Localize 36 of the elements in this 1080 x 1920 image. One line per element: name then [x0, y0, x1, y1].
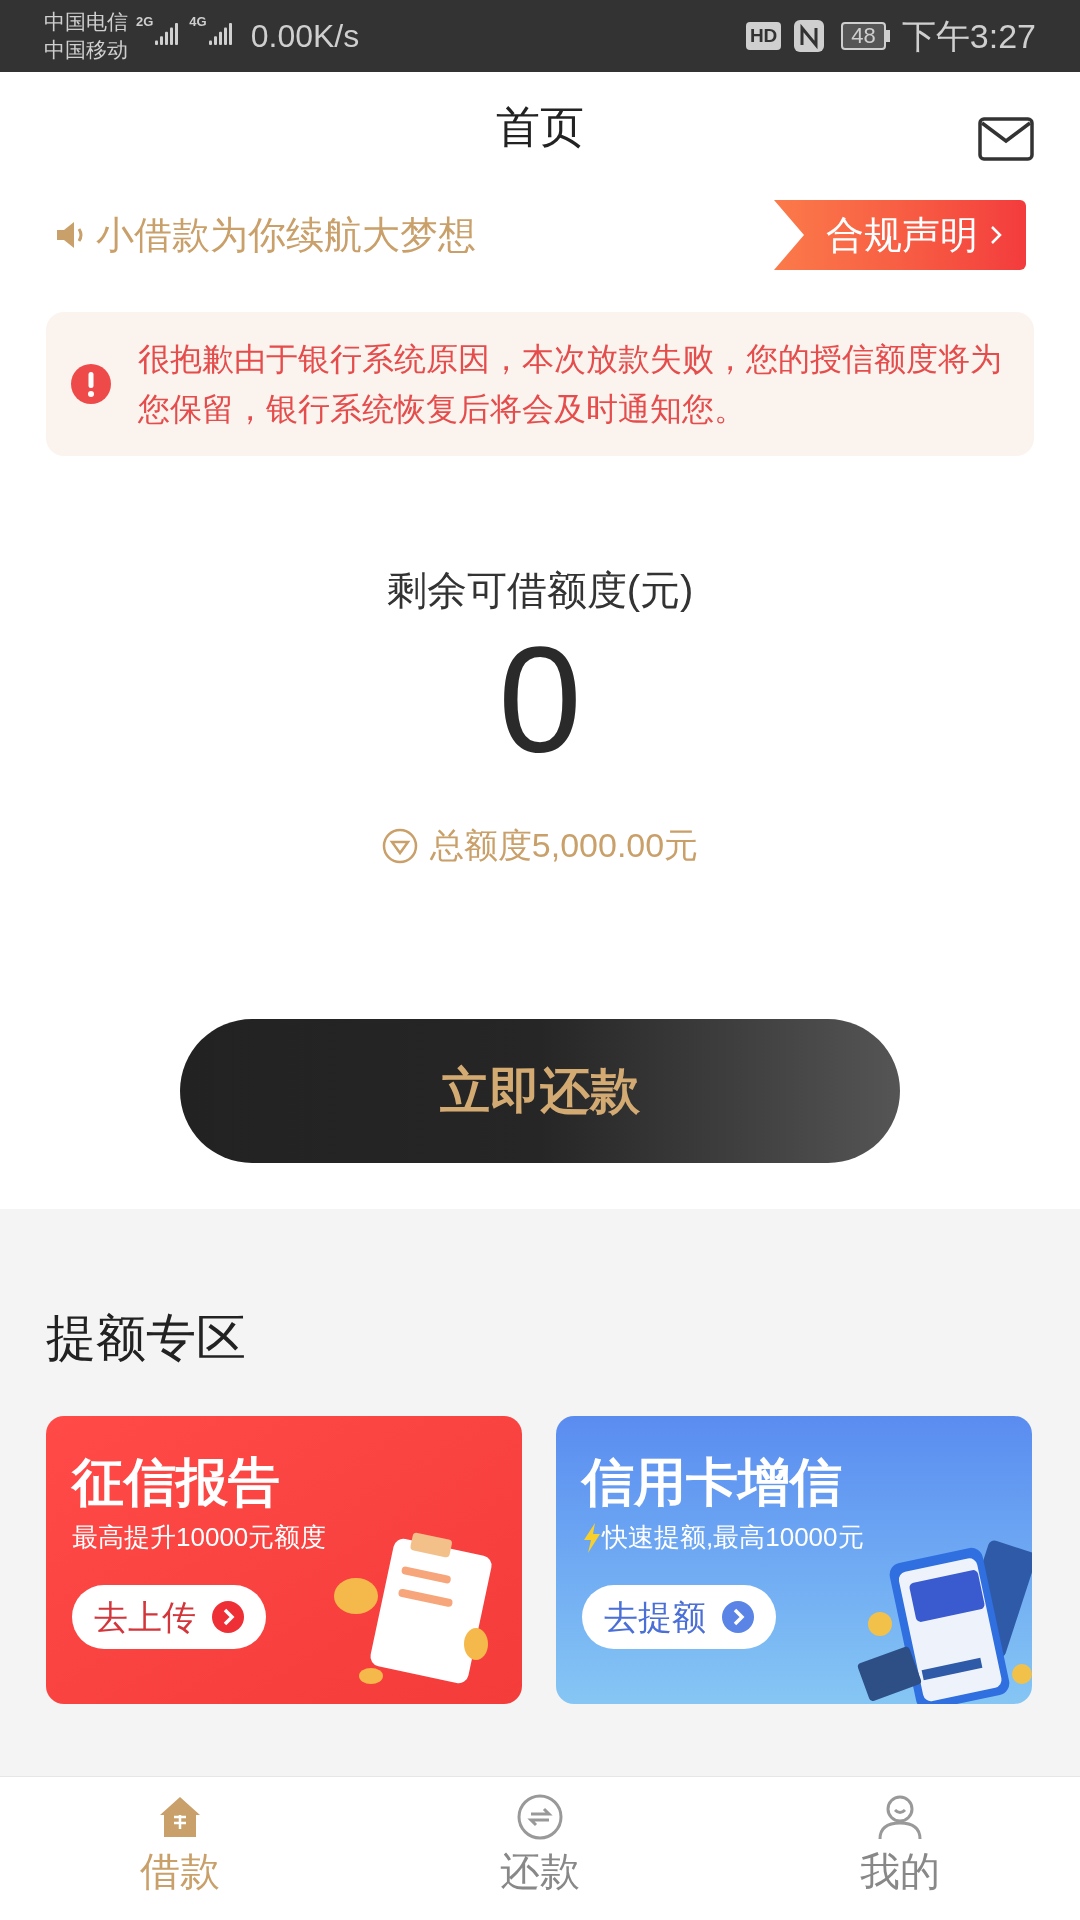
nav-tab[interactable]: 我的 [720, 1777, 1080, 1920]
card-title: 信用卡增信 [582, 1454, 843, 1510]
repay-button[interactable]: 立即还款 [180, 1019, 900, 1163]
page-title: 首页 [496, 101, 584, 153]
lightning-icon [582, 1521, 602, 1554]
mail-icon[interactable] [978, 117, 1034, 161]
alert-icon [70, 363, 112, 405]
network-type: 4G [189, 13, 207, 31]
credit-label: 剩余可借额度(元) [386, 567, 694, 614]
promo-card[interactable]: 信用卡增信 快速提额,最高10000元 去提额 [556, 1416, 1032, 1704]
user-icon [876, 1793, 924, 1841]
section-title: 提额专区 [45, 1309, 247, 1368]
nav-tab[interactable]: 还款 [360, 1777, 720, 1920]
chevron-icon [722, 1601, 754, 1633]
clock: 下午3:27 [901, 15, 1036, 57]
card-subtitle: 最高提升10000元额度 [72, 1521, 327, 1554]
carrier-name: 中国移动 [44, 37, 128, 63]
nav-tab[interactable]: 借款 [0, 1777, 360, 1920]
network-speed: 0.00K/s [250, 17, 360, 56]
total-credit: 总额度5,000.00元 [429, 825, 699, 866]
card-button[interactable]: 去上传 [72, 1585, 266, 1649]
chevron-icon [212, 1601, 244, 1633]
network-type: 2G [136, 13, 154, 31]
compliance-button[interactable]: 合规声明 [774, 200, 1026, 270]
card-subtitle: 快速提额,最高10000元 [602, 1521, 864, 1554]
card-title: 征信报告 [72, 1454, 281, 1510]
notice-text: 小借款为你续航大梦想 [96, 212, 476, 258]
credit-amount: 0 [498, 620, 582, 780]
hd-badge: HD [745, 22, 782, 50]
nfc-icon [793, 19, 826, 53]
chevron-icon [990, 225, 1002, 245]
exchange-icon [516, 1793, 564, 1841]
promo-card[interactable]: 征信报告 最高提升10000元额度 去上传 [46, 1416, 522, 1704]
card-button[interactable]: 去提额 [582, 1585, 776, 1649]
carrier-name: 中国电信 [44, 9, 128, 35]
alert-text: 很抱歉由于银行系统原因，本次放款失败，您的授信额度将为您保留，银行系统恢复后将会及时通知您。 [138, 340, 1003, 429]
